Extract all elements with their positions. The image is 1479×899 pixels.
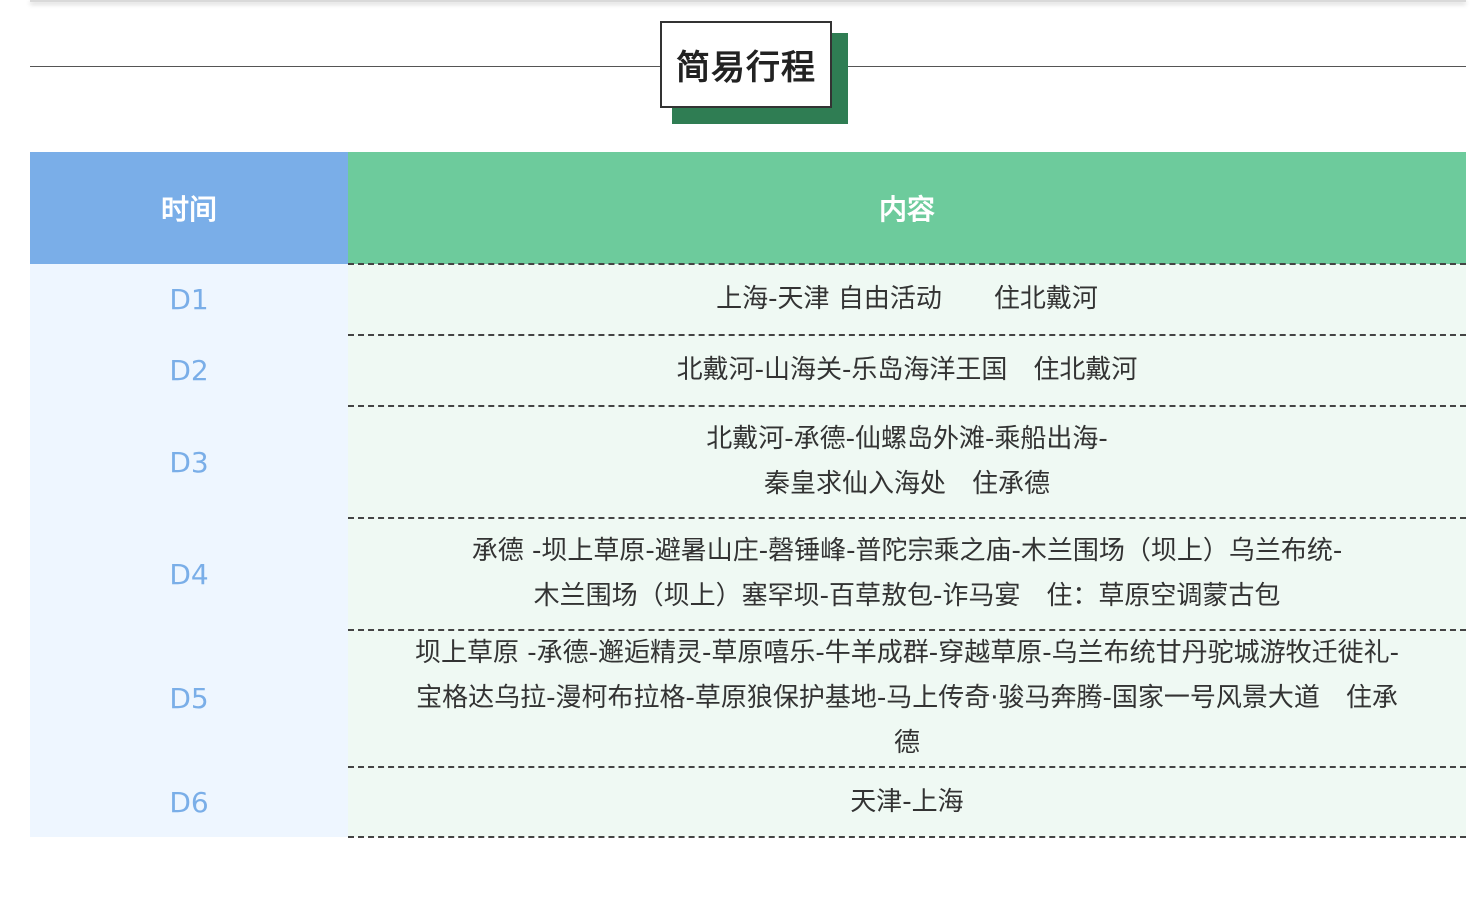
content-line: 天津-上海	[850, 786, 964, 817]
header-content: 内容	[348, 152, 1466, 264]
day-content: 上海-天津 自由活动 住北戴河	[348, 263, 1466, 336]
content-line: 宝格达乌拉-漫柯布拉格-草原狼保护基地-马上传奇·骏马奔腾-国家一号风景大道 住…	[416, 683, 1398, 713]
table-row: D4 承德 -坝上草原-避暑山庄-磬锤峰-普陀宗乘之庙-木兰围场（坝上）乌兰布统…	[30, 517, 1466, 631]
section-title: 简易行程	[660, 21, 832, 108]
day-content: 天津-上海	[348, 766, 1466, 838]
content-line: 上海-天津 自由活动 住北戴河	[716, 284, 1098, 314]
content-line: 德	[893, 728, 920, 758]
day-content: 北戴河-山海关-乐岛海洋王国 住北戴河	[348, 334, 1466, 407]
table-row: D3 北戴河-承德-仙螺岛外滩-乘船出海- 秦皇求仙入海处 住承德	[30, 405, 1466, 519]
day-label: D6	[30, 767, 348, 837]
content-line: 秦皇求仙入海处 住承德	[763, 469, 1050, 499]
content-line: 承德 -坝上草原-避暑山庄-磬锤峰-普陀宗乘之庙-木兰围场（坝上）乌兰布统-	[471, 536, 1343, 566]
day-content: 北戴河-承德-仙螺岛外滩-乘船出海- 秦皇求仙入海处 住承德	[348, 405, 1466, 519]
content-line: 坝上草原 -承德-邂逅精灵-草原嘻乐-牛羊成群-穿越草原-乌兰布统甘丹驼城游牧迁…	[415, 638, 1399, 668]
day-label: D4	[30, 518, 348, 630]
table-header-row: 时间 内容	[30, 152, 1466, 264]
top-divider-shadow	[30, 0, 1466, 2]
day-label: D3	[30, 406, 348, 518]
content-line: 木兰围场（坝上）塞罕坝-百草敖包-诈马宴 住：草原空调蒙古包	[533, 581, 1281, 611]
day-content: 坝上草原 -承德-邂逅精灵-草原嘻乐-牛羊成群-穿越草原-乌兰布统甘丹驼城游牧迁…	[348, 629, 1466, 768]
day-content: 承德 -坝上草原-避暑山庄-磬锤峰-普陀宗乘之庙-木兰围场（坝上）乌兰布统- 木…	[348, 517, 1466, 631]
day-label: D2	[30, 335, 348, 406]
header-time: 时间	[30, 152, 348, 264]
section-title-badge: 简易行程	[660, 21, 848, 124]
itinerary-table: 时间 内容 D1 上海-天津 自由活动 住北戴河 D2 北戴河-山海关-乐岛海洋…	[30, 152, 1466, 838]
content-line: 北戴河-承德-仙螺岛外滩-乘船出海-	[706, 424, 1108, 454]
table-row: D6 天津-上海	[30, 766, 1466, 838]
table-row: D2 北戴河-山海关-乐岛海洋王国 住北戴河	[30, 334, 1466, 407]
content-line: 北戴河-山海关-乐岛海洋王国 住北戴河	[676, 355, 1138, 385]
day-label: D1	[30, 264, 348, 335]
day-label: D5	[30, 630, 348, 767]
table-row: D1 上海-天津 自由活动 住北戴河	[30, 263, 1466, 336]
table-row: D5 坝上草原 -承德-邂逅精灵-草原嘻乐-牛羊成群-穿越草原-乌兰布统甘丹驼城…	[30, 629, 1466, 768]
